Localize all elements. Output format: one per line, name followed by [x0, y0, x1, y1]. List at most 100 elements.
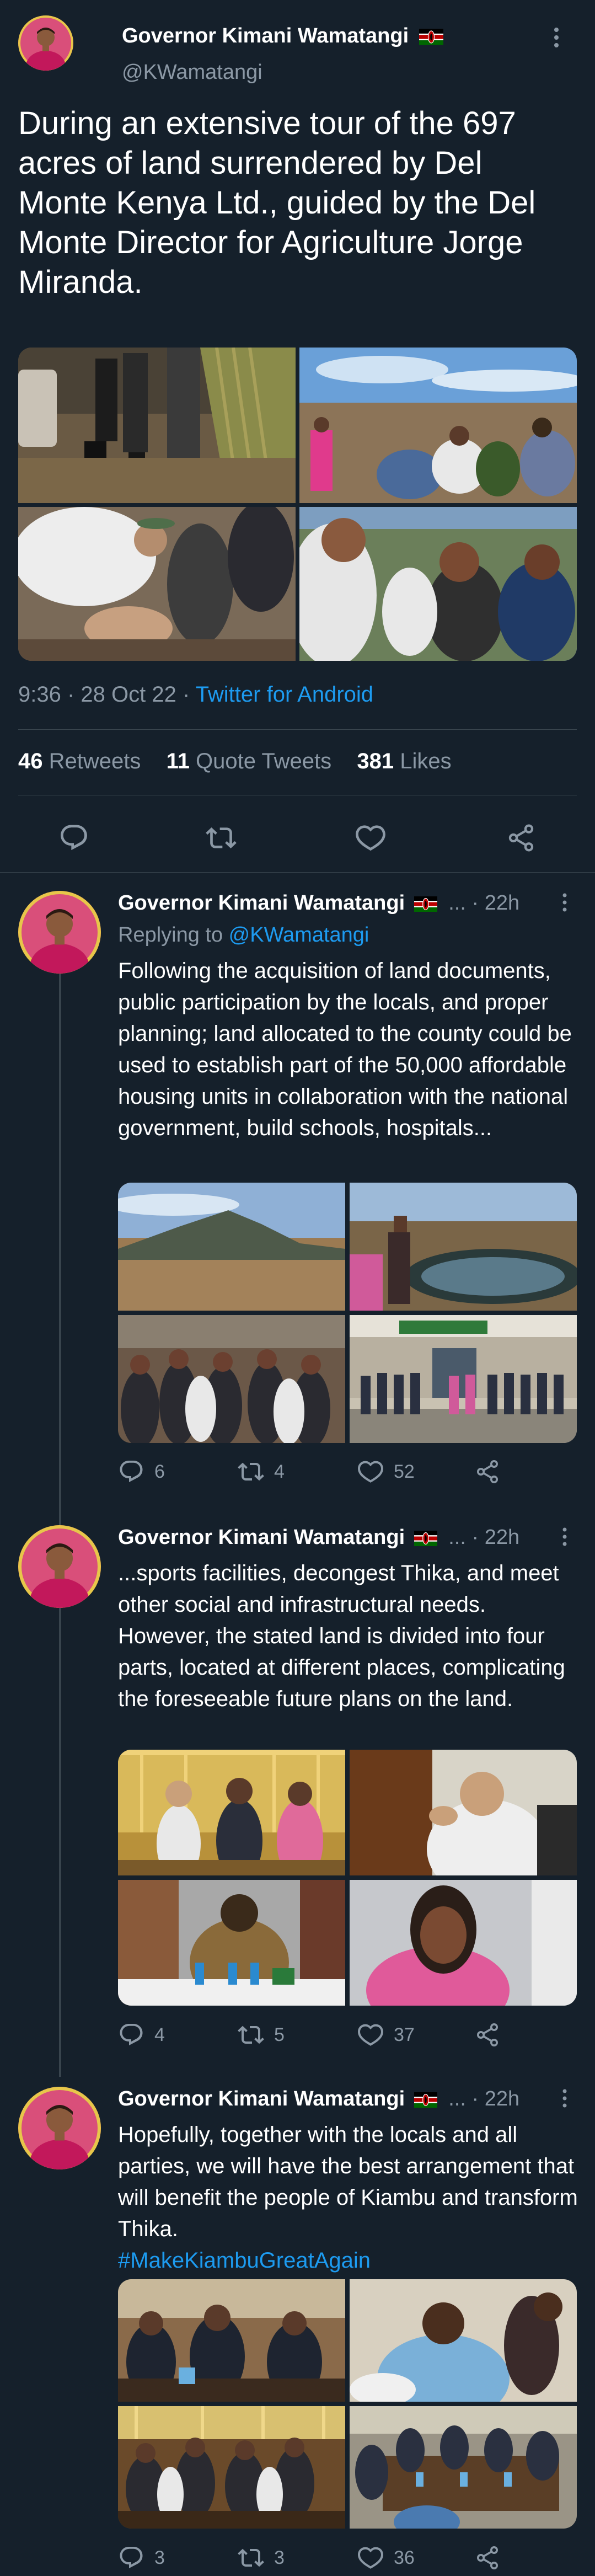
- reply-author-avatar[interactable]: [18, 1525, 101, 1608]
- more-icon[interactable]: [561, 1527, 568, 1551]
- like-button[interactable]: 36: [357, 2545, 415, 2571]
- engagement-stats: 46 Retweets 11 Quote Tweets 381 Likes: [18, 749, 452, 774]
- share-icon: [474, 1458, 501, 1485]
- share-icon: [474, 2545, 501, 2571]
- media-photo-1[interactable]: [118, 2279, 345, 2402]
- like-icon: [357, 2545, 384, 2571]
- kenya-flag-icon: [414, 2092, 437, 2108]
- main-author-handle[interactable]: @KWamatangi: [122, 61, 262, 84]
- media-photo-4[interactable]: [350, 1315, 577, 1443]
- kenya-flag-icon: [414, 896, 437, 912]
- reply-author-name[interactable]: Governor Kimani Wamatangi: [118, 2087, 405, 2110]
- replying-to: Replying to @KWamatangi: [118, 923, 369, 947]
- reply-header: Governor Kimani Wamatangi ... · 22h: [118, 891, 576, 915]
- media-photo-3[interactable]: [18, 507, 296, 661]
- retweet-button[interactable]: 4: [238, 1458, 285, 1485]
- quotes-label: Quote Tweets: [189, 749, 332, 773]
- reply-text: ...sports facilities, decongest Thika, a…: [118, 1561, 565, 1711]
- media-photo-3[interactable]: [118, 2406, 345, 2529]
- more-icon[interactable]: [561, 892, 568, 916]
- share-button[interactable]: [474, 1458, 501, 1485]
- reply-icon: [58, 822, 89, 853]
- media-photo-1[interactable]: [118, 1750, 345, 1875]
- media-photo-3[interactable]: [118, 1880, 345, 2006]
- retweet-button[interactable]: 5: [238, 2022, 285, 2048]
- like-count: 52: [394, 1461, 415, 1482]
- retweets-count: 46: [18, 749, 43, 773]
- divider: [18, 729, 577, 730]
- like-count: 36: [394, 2547, 415, 2568]
- like-button[interactable]: 52: [357, 1458, 415, 1485]
- main-author-avatar[interactable]: [18, 15, 73, 71]
- reply-author-name[interactable]: Governor Kimani Wamatangi: [118, 1526, 405, 1549]
- retweet-button[interactable]: [206, 822, 237, 853]
- share-icon: [506, 822, 537, 853]
- main-media-grid[interactable]: [18, 348, 577, 661]
- media-photo-2[interactable]: [350, 2279, 577, 2402]
- main-author-name[interactable]: Governor Kimani Wamatangi: [122, 24, 443, 48]
- reply-meta: ... · 22h: [448, 891, 520, 915]
- reply-meta: ... · 22h: [448, 2087, 520, 2110]
- media-photo-2[interactable]: [350, 1750, 577, 1875]
- reply-media-grid[interactable]: [118, 2279, 577, 2529]
- hashtag-link[interactable]: #MakeKiambuGreatAgain: [118, 2248, 371, 2273]
- like-button[interactable]: 37: [357, 2022, 415, 2048]
- reply-header: Governor Kimani Wamatangi ... · 22h: [118, 2087, 576, 2111]
- reply-count: 4: [154, 2024, 165, 2045]
- media-photo-4[interactable]: [350, 2406, 577, 2529]
- reply-text: Hopefully, together with the locals and …: [118, 2123, 578, 2241]
- reply-button[interactable]: 6: [118, 1458, 165, 1485]
- reply-author-name[interactable]: Governor Kimani Wamatangi: [118, 891, 405, 915]
- like-icon: [355, 822, 386, 853]
- replying-prefix: Replying to: [118, 923, 229, 947]
- retweet-button[interactable]: 3: [238, 2545, 285, 2571]
- retweet-icon: [238, 2545, 264, 2571]
- reply-button[interactable]: 3: [118, 2545, 165, 2571]
- media-photo-4[interactable]: [299, 507, 577, 661]
- reply-count: 3: [154, 2547, 165, 2568]
- reply-button[interactable]: [58, 822, 89, 853]
- kenya-flag-icon: [419, 29, 443, 45]
- reply-media-grid[interactable]: [118, 1750, 577, 2006]
- main-tweet-text: During an extensive tour of the 697 acre…: [18, 105, 536, 300]
- share-button[interactable]: [474, 2022, 501, 2048]
- like-icon: [357, 2022, 384, 2048]
- reply-header: Governor Kimani Wamatangi ... · 22h: [118, 1526, 576, 1549]
- reply-text: Following the acquisition of land docume…: [118, 959, 572, 1140]
- reply-author-avatar[interactable]: [18, 891, 101, 974]
- retweet-count: 4: [274, 1461, 285, 1482]
- retweet-icon: [238, 2022, 264, 2048]
- media-photo-2[interactable]: [350, 1183, 577, 1311]
- reply-button[interactable]: 4: [118, 2022, 165, 2048]
- media-photo-2[interactable]: [299, 348, 577, 503]
- tweet-timestamp: 9:36 · 28 Oct 22 ·: [18, 682, 196, 707]
- more-icon[interactable]: [561, 2088, 568, 2112]
- media-photo-4[interactable]: [350, 1880, 577, 2006]
- like-button[interactable]: [355, 822, 386, 853]
- share-button[interactable]: [506, 822, 537, 853]
- thread-connector: [59, 957, 61, 2077]
- kenya-flag-icon: [414, 1531, 437, 1546]
- share-button[interactable]: [474, 2545, 501, 2571]
- likes-label: Likes: [394, 749, 452, 773]
- main-tweet-meta: 9:36 · 28 Oct 22 · Twitter for Android: [18, 682, 373, 707]
- retweets-stat[interactable]: 46 Retweets: [18, 749, 141, 773]
- media-photo-3[interactable]: [118, 1315, 345, 1443]
- quotes-stat[interactable]: 11 Quote Tweets: [167, 749, 331, 773]
- likes-count: 381: [357, 749, 394, 773]
- reply-author-avatar[interactable]: [18, 2087, 101, 2169]
- replying-handle-link[interactable]: @KWamatangi: [229, 923, 369, 947]
- likes-stat[interactable]: 381 Likes: [357, 749, 451, 773]
- tweet-source-link[interactable]: Twitter for Android: [196, 682, 373, 707]
- reply-media-grid[interactable]: [118, 1183, 577, 1443]
- more-icon[interactable]: [553, 26, 560, 52]
- author-name-text: Governor Kimani Wamatangi: [122, 24, 409, 47]
- retweet-count: 5: [274, 2024, 285, 2045]
- media-photo-1[interactable]: [118, 1183, 345, 1311]
- reply-icon: [118, 2545, 144, 2571]
- retweets-label: Retweets: [42, 749, 141, 773]
- share-icon: [474, 2022, 501, 2048]
- reply-meta: ... · 22h: [448, 1526, 520, 1549]
- media-photo-1[interactable]: [18, 348, 296, 503]
- divider: [0, 872, 595, 873]
